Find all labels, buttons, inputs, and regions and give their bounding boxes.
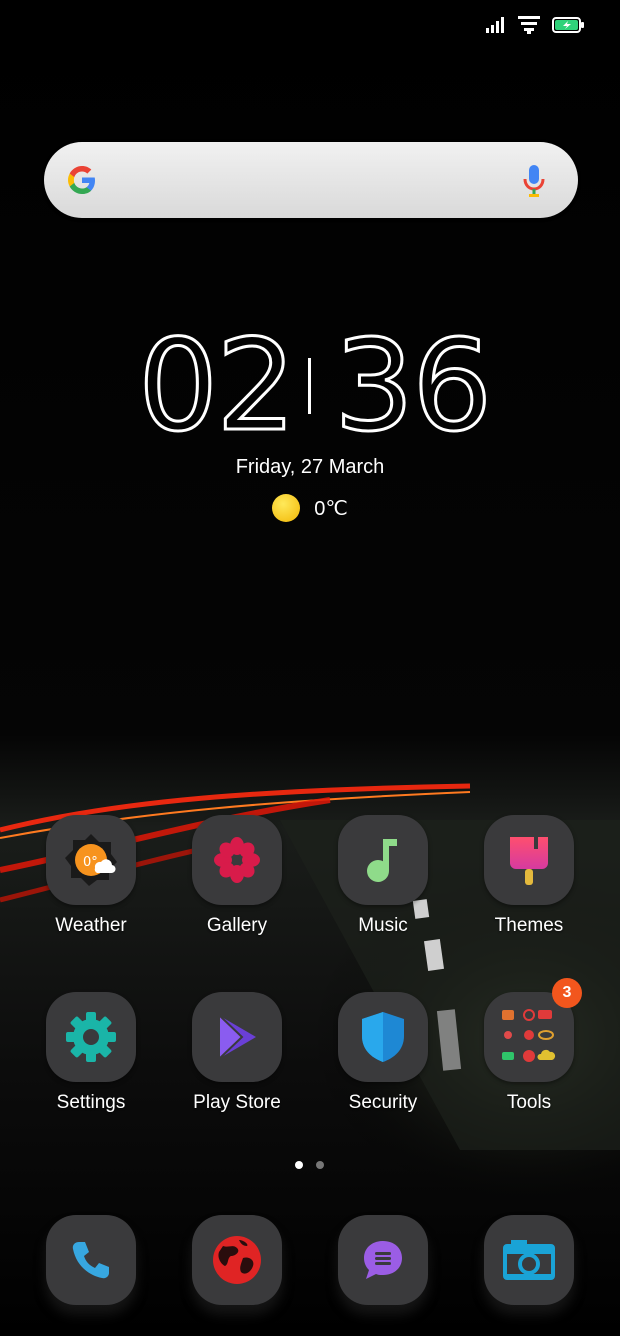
dock-browser[interactable] [167,1215,307,1305]
battery-charging-icon [552,17,584,33]
app-security[interactable]: Security [313,992,453,1114]
app-label: Themes [494,915,564,936]
weather-summary[interactable]: 0℃ [0,494,620,522]
status-bar [486,16,584,34]
page-dot-active [295,1161,303,1169]
app-tile: 0° [46,815,136,905]
gallery-flower-icon [214,837,260,883]
app-themes[interactable]: Themes [459,815,599,937]
page-dot [316,1161,324,1169]
dock-messages[interactable] [313,1215,453,1305]
phone-icon [72,1242,109,1279]
app-gallery[interactable]: Gallery [167,815,307,937]
folder-icon [502,1009,556,1062]
clock-minutes: 36 [332,312,493,459]
mic-icon[interactable] [522,164,546,198]
app-tile [484,1215,574,1305]
brush-icon [510,837,548,885]
shield-icon [362,1012,404,1062]
app-tile [484,815,574,905]
app-label: Play Store [193,1092,281,1113]
app-tile [192,815,282,905]
google-g-icon [68,166,95,194]
app-tile [192,992,282,1082]
app-label: Settings [56,1092,126,1113]
app-tile [46,1215,136,1305]
app-tile [192,1215,282,1305]
camera-icon [503,1240,555,1280]
notification-badge: 3 [552,978,582,1008]
sun-icon [272,494,301,522]
dock-camera[interactable] [459,1215,599,1305]
messages-icon [364,1241,402,1279]
app-music[interactable]: Music [313,815,453,937]
page-indicator [295,1161,324,1169]
wifi-icon [518,16,540,34]
clock-widget[interactable]: 02 36 [0,312,620,459]
clock-hours: 02 [136,312,297,459]
app-tools-folder[interactable]: 3 Tools [459,978,599,1114]
app-tile [46,992,136,1082]
browser-globe-icon [213,1236,261,1284]
music-note-icon [367,839,397,882]
temperature-label: 0℃ [314,497,348,520]
app-weather[interactable]: 0° Weather [21,815,161,937]
app-label: Music [358,915,408,936]
app-tile: 3 [484,978,582,1082]
weather-icon: 0° [65,834,117,886]
gear-icon [66,1012,116,1062]
app-play-store[interactable]: Play Store [167,992,307,1114]
google-search-bar[interactable] [44,142,578,218]
signal-icon [486,17,504,33]
clock-separator [308,358,311,414]
play-store-icon [219,1015,256,1059]
app-label: Weather [55,915,127,936]
app-tile [338,815,428,905]
app-tile [338,992,428,1082]
app-label: Tools [506,1092,552,1113]
app-label: Security [348,1092,418,1113]
app-settings[interactable]: Settings [21,992,161,1114]
date-label: Friday, 27 March [235,456,385,478]
app-label: Gallery [206,915,268,936]
dock-phone[interactable] [21,1215,161,1305]
app-tile [338,1215,428,1305]
